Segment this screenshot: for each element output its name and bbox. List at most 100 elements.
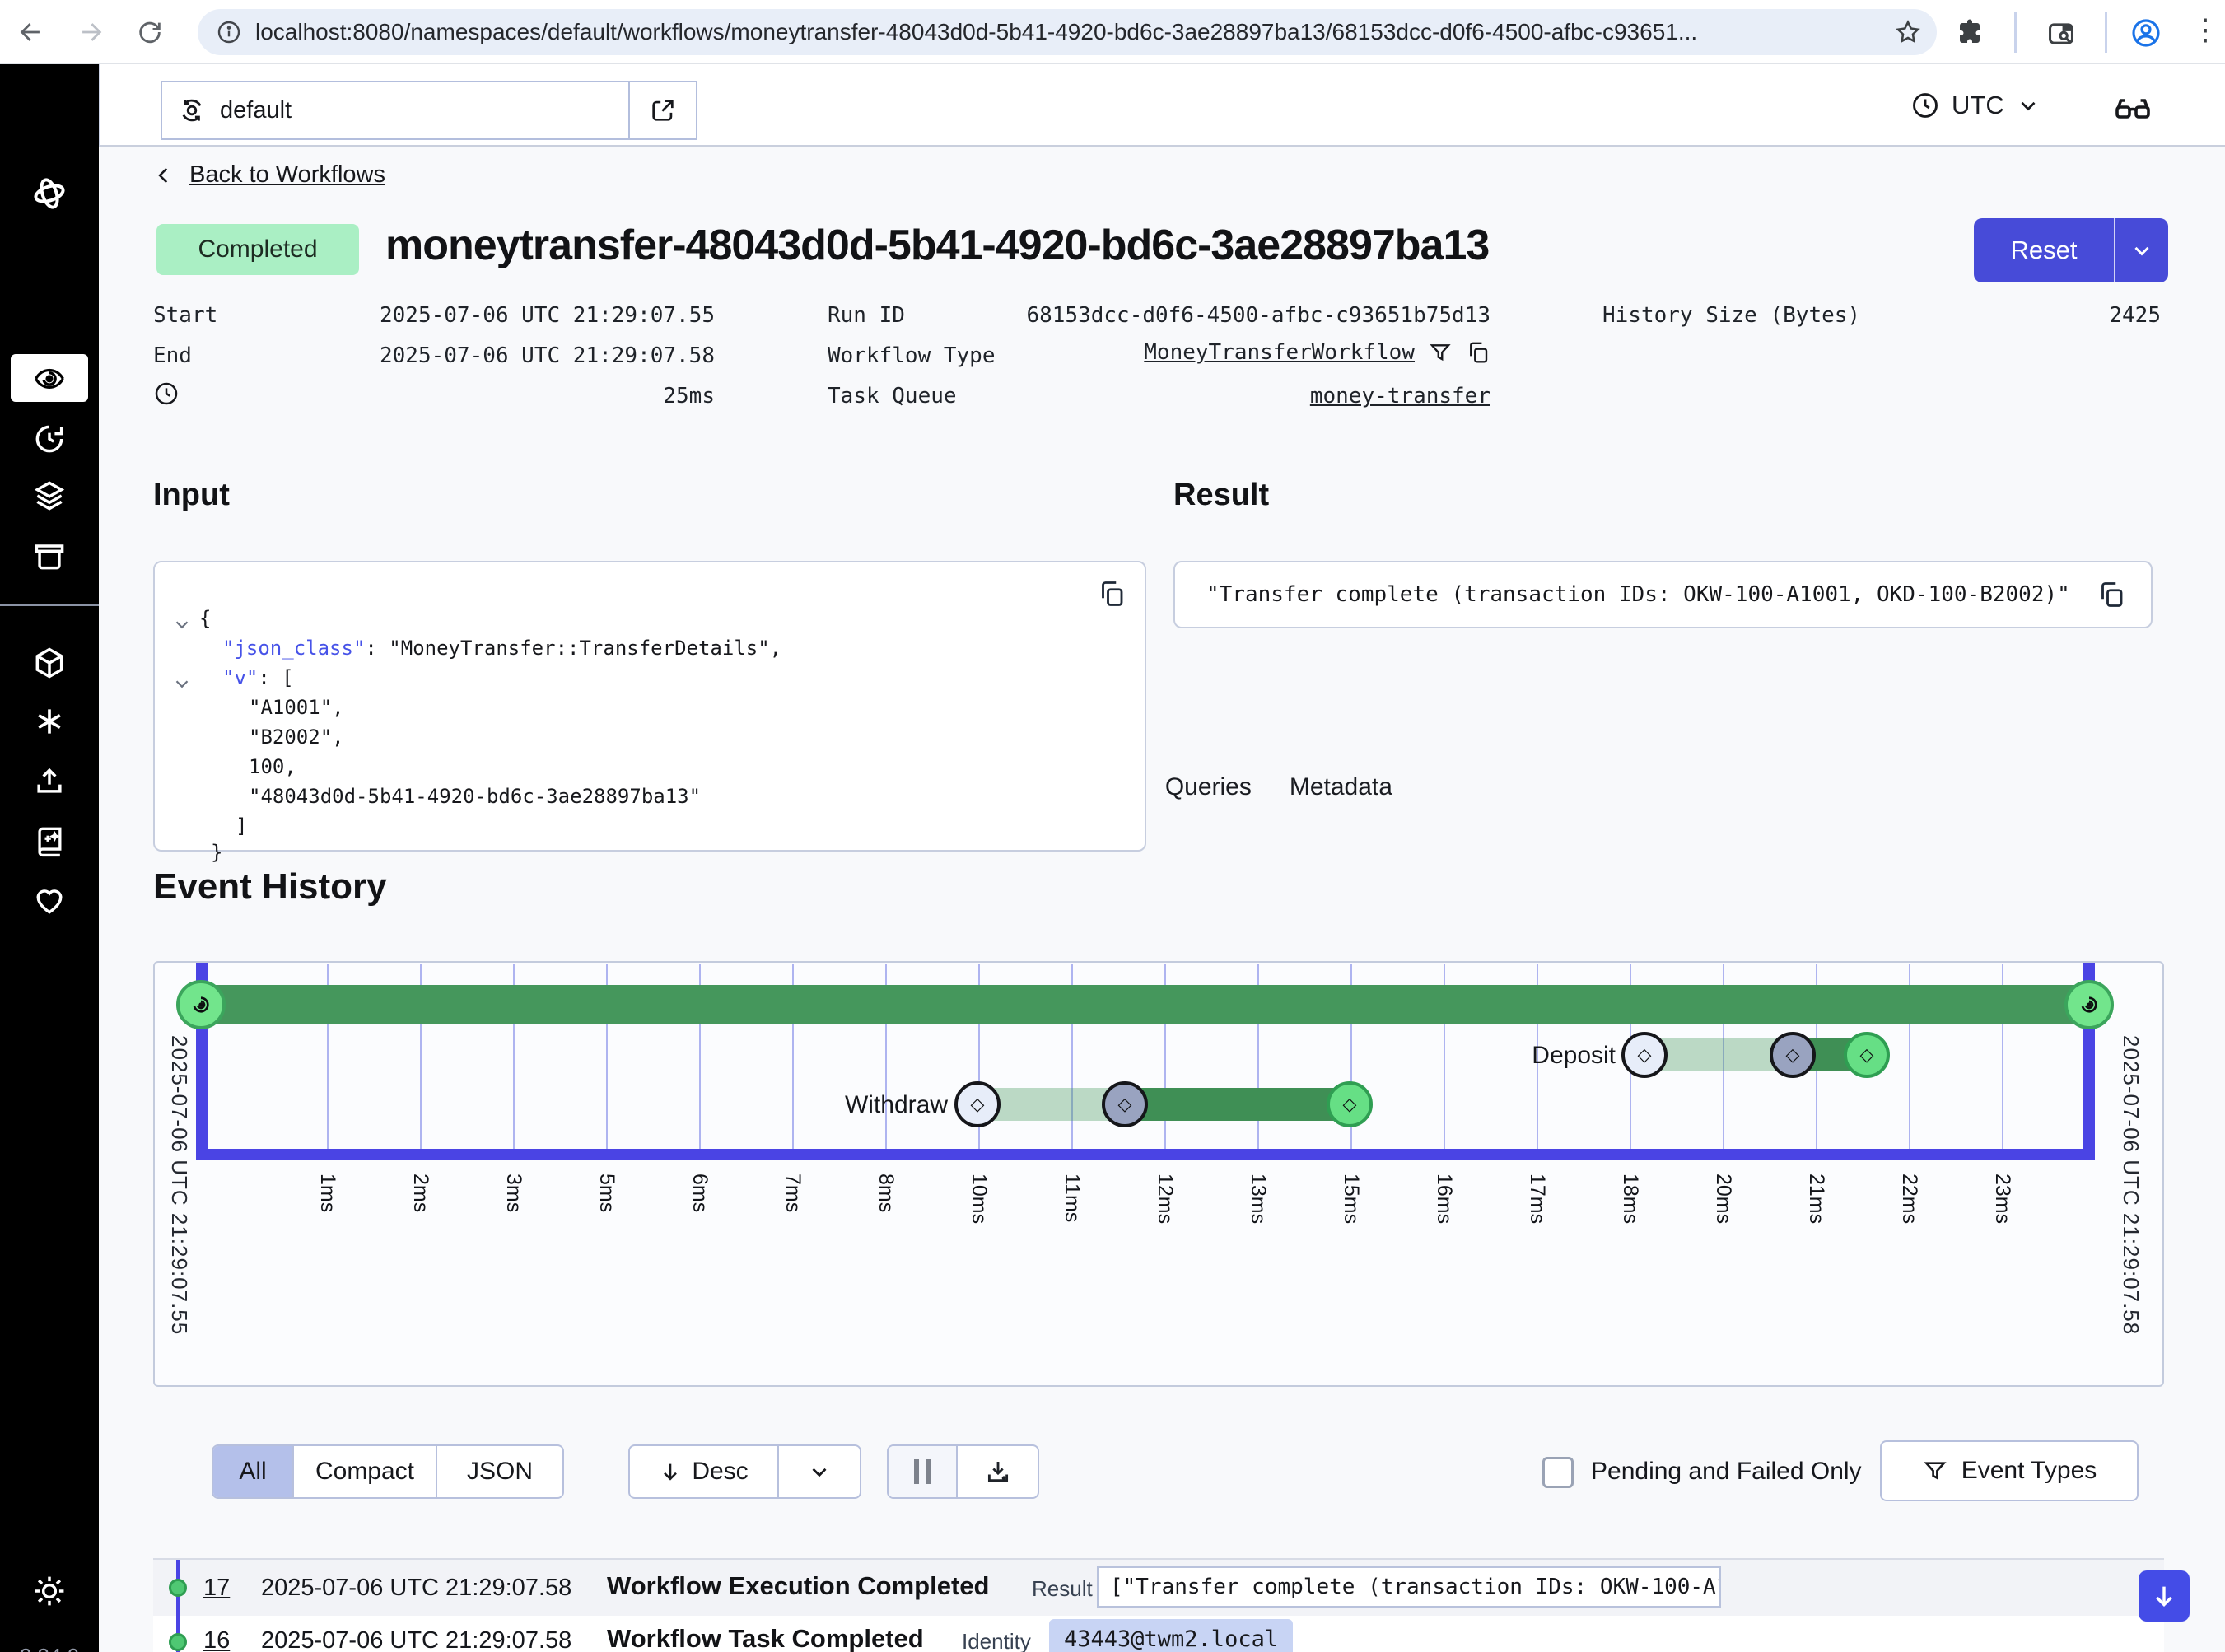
event-id-link[interactable]: 17 (203, 1575, 230, 1602)
tick-label: 23ms (1989, 1174, 2014, 1224)
asterisk-icon (31, 703, 68, 740)
collapse-json-root-icon[interactable] (171, 614, 193, 635)
withdraw-completed-marker[interactable]: ◇ (1327, 1081, 1373, 1127)
back-to-workflows-link[interactable]: Back to Workflows (153, 161, 385, 189)
reset-dropdown-button[interactable] (2114, 218, 2168, 282)
sidebar-item-batch-operations[interactable] (0, 478, 99, 514)
tick-label: 20ms (1710, 1174, 1735, 1224)
sidebar-item-workflows[interactable] (11, 354, 88, 402)
copy-input-button[interactable] (1097, 579, 1126, 609)
sidebar-item-schedules[interactable] (0, 421, 99, 457)
browser-chrome: localhost:8080/namespaces/default/workfl… (0, 0, 2225, 64)
sun-icon (31, 1573, 68, 1609)
app-sidebar: 2.34.0 (0, 64, 99, 1652)
temporal-spiral-icon (2076, 992, 2102, 1018)
task-queue-link[interactable]: money-transfer (828, 384, 1490, 408)
event-identity-badge: 43443@twm2.local (1049, 1619, 1293, 1652)
tick-label: 5ms (594, 1174, 618, 1212)
sidebar-item-codec[interactable] (0, 703, 99, 740)
run-id-value: 68153dcc-d0f6-4500-afbc-c93651b75d13 (828, 303, 1490, 328)
download-icon (984, 1458, 1012, 1486)
browser-reload-button[interactable] (133, 15, 167, 49)
tick-label: 12ms (1152, 1174, 1177, 1224)
chevron-left-icon (153, 165, 175, 186)
sidebar-item-import[interactable] (0, 763, 99, 800)
sidebar-item-archive[interactable] (0, 537, 99, 573)
deposit-started-marker[interactable]: ◇ (1770, 1032, 1816, 1078)
extensions-icon[interactable] (1955, 18, 1985, 48)
view-all-button[interactable]: All (213, 1446, 294, 1497)
scroll-to-bottom-button[interactable] (2139, 1570, 2190, 1622)
tab-queries[interactable]: Queries (1165, 773, 1252, 813)
view-compact-button[interactable]: Compact (294, 1446, 437, 1497)
docs-book-icon (31, 823, 68, 859)
back-to-workflows-label: Back to Workflows (189, 161, 385, 189)
namespace-open-button[interactable] (630, 81, 697, 140)
namespace-selector[interactable]: default (161, 81, 630, 140)
chevron-down-icon (2016, 93, 2041, 118)
tick-label: 22ms (1896, 1174, 1921, 1224)
external-link-icon (649, 96, 677, 124)
sidebar-item-feedback[interactable] (0, 882, 99, 918)
sidebar-item-namespaces[interactable] (0, 645, 99, 681)
cube-icon (31, 645, 68, 681)
workflow-type-cluster: MoneyTransferWorkflow (828, 340, 1490, 365)
tick-label: 7ms (780, 1174, 805, 1212)
workflow-type-link[interactable]: MoneyTransferWorkflow (1144, 340, 1415, 365)
tick-label: 18ms (1617, 1174, 1642, 1224)
event-types-button[interactable]: Event Types (1880, 1440, 2139, 1501)
event-name: Workflow Task Completed (607, 1624, 924, 1652)
main-content (100, 147, 2225, 1652)
tab-search-icon[interactable] (2045, 18, 2077, 49)
result-heading: Result (1173, 478, 1269, 513)
browser-forward-button[interactable] (73, 15, 108, 49)
theme-toggle[interactable] (0, 1573, 99, 1609)
copy-result-button[interactable] (2097, 580, 2126, 609)
sidebar-item-docs[interactable] (0, 823, 99, 859)
workflows-icon (31, 360, 68, 396)
profile-icon[interactable] (2129, 16, 2162, 49)
heart-icon (31, 882, 68, 918)
bookmark-star-icon[interactable] (1894, 18, 1922, 46)
chevron-down-icon (807, 1459, 832, 1484)
filter-icon[interactable] (1428, 340, 1453, 365)
browser-menu-icon[interactable]: ⋮ (2190, 15, 2220, 44)
browser-back-button[interactable] (14, 15, 49, 49)
collapse-json-array-icon[interactable] (171, 673, 193, 694)
download-history-button[interactable] (958, 1446, 1038, 1497)
json-line: "48043d0d-5b41-4920-bd6c-3ae28897ba13" (249, 785, 701, 808)
sort-dropdown-button[interactable] (779, 1446, 860, 1497)
tab-metadata[interactable]: Metadata (1290, 773, 1392, 813)
pause-icon (914, 1459, 919, 1484)
temporal-logo[interactable] (0, 174, 99, 213)
timeline-start-date: 2025-07-06 UTC 21:29:07.55 (166, 1035, 192, 1335)
tick-label: 11ms (1059, 1174, 1084, 1222)
url-bar[interactable]: localhost:8080/namespaces/default/workfl… (198, 9, 1937, 55)
input-card: { "json_class": "MoneyTransfer::Transfer… (153, 561, 1146, 852)
deposit-scheduled-marker[interactable]: ◇ (1621, 1032, 1668, 1078)
workflow-end-marker[interactable] (2064, 980, 2114, 1029)
labs-toggle[interactable] (2113, 87, 2153, 127)
event-id-link[interactable]: 16 (203, 1627, 230, 1652)
json-line: } (211, 841, 222, 864)
workflow-start-marker[interactable] (176, 980, 226, 1029)
view-json-button[interactable]: JSON (437, 1446, 562, 1497)
withdraw-scheduled-marker[interactable]: ◇ (954, 1081, 1001, 1127)
reset-button-group: Reset (1974, 218, 2168, 282)
pause-button[interactable] (889, 1446, 958, 1497)
sort-desc-button[interactable]: Desc (630, 1446, 779, 1497)
withdraw-started-marker[interactable]: ◇ (1102, 1081, 1148, 1127)
site-info-icon[interactable] (216, 19, 242, 45)
result-value: "Transfer complete (transaction IDs: OKW… (1206, 582, 2070, 607)
deposit-completed-marker[interactable]: ◇ (1844, 1032, 1890, 1078)
pending-failed-checkbox[interactable] (1542, 1457, 1574, 1488)
tick-label: 10ms (966, 1174, 991, 1224)
event-status-dot (169, 1579, 187, 1597)
copy-icon[interactable] (1466, 340, 1490, 365)
timezone-selector[interactable]: UTC (1910, 91, 2041, 120)
workflow-span-bar[interactable] (201, 985, 2089, 1024)
reset-button[interactable]: Reset (1974, 218, 2114, 282)
withdraw-running-bar[interactable] (1125, 1088, 1350, 1121)
sidebar-divider (0, 604, 99, 606)
temporal-spiral-icon (188, 992, 214, 1018)
